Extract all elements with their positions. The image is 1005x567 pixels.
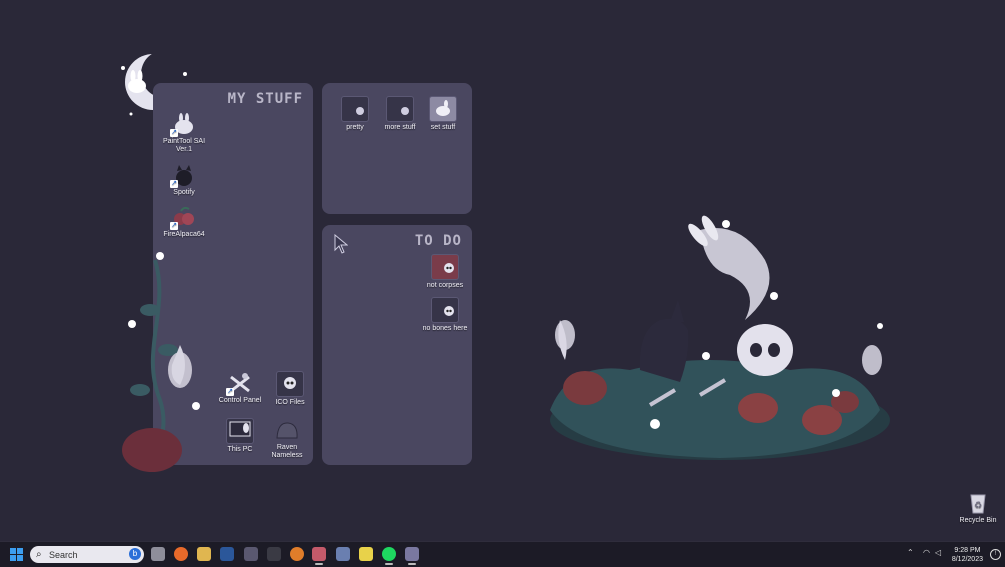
- icon-label: pretty: [346, 124, 364, 131]
- search-icon: ⌕: [36, 549, 42, 560]
- icon-label: no bones here: [422, 325, 468, 332]
- notes-icon[interactable]: [359, 547, 373, 561]
- chevron-up-icon[interactable]: ⌃: [907, 548, 914, 557]
- start-button[interactable]: [10, 548, 24, 562]
- desktop-icon-not-corpses[interactable]: not corpses: [421, 254, 469, 290]
- icon-label: PaintTool SAI Ver.1: [162, 138, 206, 153]
- firefox-icon[interactable]: [174, 547, 188, 561]
- taskbar-clock[interactable]: 9:28 PM 8/12/2023: [952, 546, 983, 564]
- icon-label: not corpses: [426, 282, 464, 289]
- spotify-icon[interactable]: [382, 547, 396, 565]
- shortcut-arrow-icon: ↗: [170, 129, 178, 137]
- bing-icon[interactable]: b: [129, 548, 141, 560]
- fire-icon[interactable]: [290, 547, 304, 561]
- file-explorer-icon[interactable]: [151, 547, 165, 561]
- folder-icon: [341, 96, 369, 122]
- desktop-icon-this-pc[interactable]: This PC: [216, 418, 264, 454]
- folder-skull-icon: [431, 254, 459, 280]
- taskbar-search[interactable]: ⌕ Search b: [30, 546, 144, 563]
- wifi-icon[interactable]: ◠: [923, 548, 930, 557]
- icon-label: Control Panel: [218, 397, 262, 404]
- bones-icon: ↗: [226, 371, 253, 396]
- desktop-icon-pretty[interactable]: pretty: [331, 96, 379, 132]
- icon-label: FireAlpaca64: [163, 231, 205, 238]
- desktop-icon-spotify[interactable]: ↗ Spotify: [160, 163, 208, 197]
- steam-icon[interactable]: [244, 547, 258, 561]
- taskbar: ⌕ Search b ⌃ ◠ ◁ 9:28 PM 8/12/2023 !: [0, 541, 1005, 567]
- folder-bunny-icon: [429, 96, 457, 122]
- word-icon[interactable]: [220, 547, 234, 561]
- folder-skull-icon: [431, 297, 459, 323]
- folder-icon: [386, 96, 414, 122]
- desktop-icon-ico-files[interactable]: ICO Files: [266, 371, 314, 407]
- panel-title-my-stuff: MY STUFF: [227, 91, 303, 107]
- icon-label: ICO Files: [275, 399, 305, 406]
- shortcut-arrow-icon: ↗: [170, 180, 178, 188]
- desktop-icon-no-bones[interactable]: no bones here: [421, 297, 469, 333]
- paint-icon[interactable]: [312, 547, 326, 565]
- clock-time: 9:28 PM: [954, 547, 981, 554]
- desktop-icon-raven[interactable]: Raven Nameless: [263, 418, 311, 460]
- icon-label: set stuff: [430, 124, 456, 131]
- monitor-icon: [226, 418, 254, 444]
- volume-icon[interactable]: ◁: [935, 548, 941, 557]
- calculator-icon[interactable]: [336, 547, 350, 561]
- desktop-icon-set-stuff[interactable]: set stuff: [419, 96, 467, 132]
- recycle-bin-icon: ♻: [965, 491, 991, 515]
- cat-icon: ↗: [170, 163, 197, 188]
- bunny-app-icon[interactable]: [405, 547, 419, 565]
- panel-title-to-do: TO DO: [414, 233, 462, 249]
- icon-label: Raven Nameless: [271, 444, 303, 459]
- desktop-icon-more-stuff[interactable]: more stuff: [376, 96, 424, 132]
- search-placeholder: Search: [49, 550, 78, 560]
- notification-icon[interactable]: !: [990, 549, 1001, 560]
- icon-label: This PC: [227, 446, 253, 453]
- stone-icon: [274, 418, 300, 442]
- system-tray: ⌃ ◠ ◁: [905, 542, 945, 567]
- shortcut-arrow-icon: ↗: [226, 388, 234, 396]
- icon-label: more stuff: [384, 124, 416, 131]
- desktop-icon-firealpaca[interactable]: ↗ FireAlpaca64: [160, 205, 208, 239]
- bunny-icon: ↗: [170, 112, 197, 137]
- icon-label: Recycle Bin: [959, 517, 997, 524]
- desktop-icon-recycle-bin[interactable]: ♻ Recycle Bin: [954, 491, 1002, 525]
- media-icon[interactable]: [197, 547, 211, 561]
- desktop-icon-painttool[interactable]: ↗ PaintTool SAI Ver.1: [160, 112, 208, 154]
- desktop-icon-control-panel[interactable]: ↗ Control Panel: [216, 371, 264, 405]
- berry-icon: ↗: [170, 205, 197, 230]
- graveyard-illustration: [550, 215, 890, 460]
- svg-text:♻: ♻: [974, 500, 982, 510]
- skull-icon: [276, 371, 304, 397]
- terminal-icon[interactable]: [267, 547, 281, 561]
- icon-label: Spotify: [173, 189, 195, 196]
- clock-date: 8/12/2023: [951, 556, 983, 563]
- desktop: MY STUFF TO DO ↗ PaintTool SAI Ver.1 ↗ S…: [0, 0, 1005, 541]
- shortcut-arrow-icon: ↗: [170, 222, 178, 230]
